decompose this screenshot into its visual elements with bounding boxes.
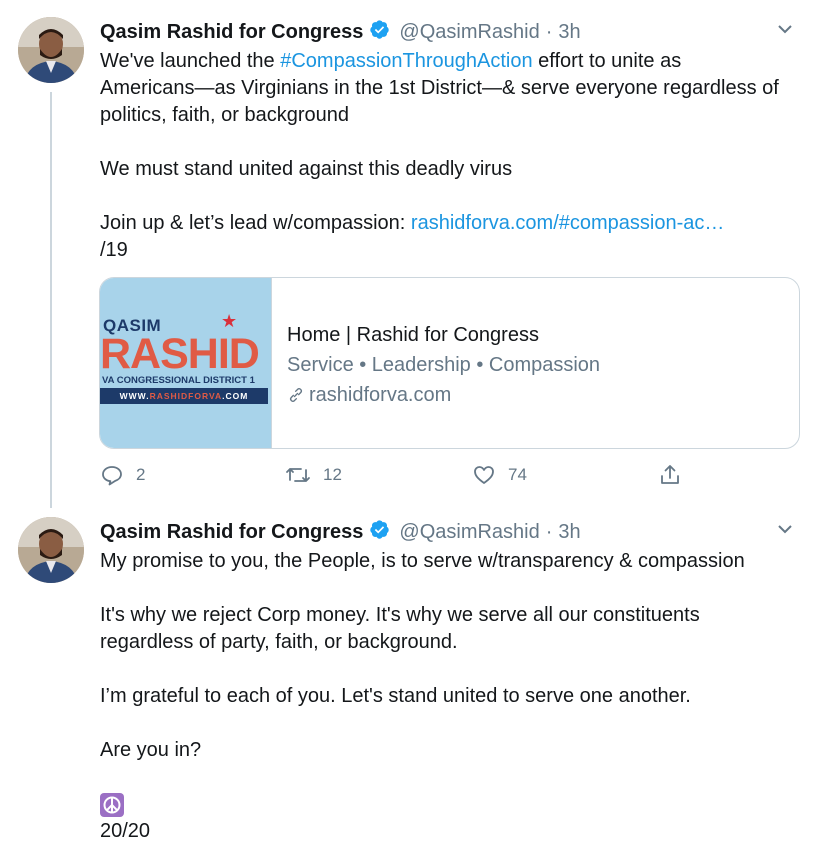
verified-badge-icon <box>369 519 390 546</box>
tweet-time[interactable]: 3h <box>558 21 580 44</box>
separator-dot: · <box>545 21 553 43</box>
avatar-photo <box>18 17 84 83</box>
tweet-text-line: Join up & let’s lead w/compassion: rashi… <box>100 212 725 234</box>
thread-connector-line <box>50 92 52 508</box>
card-domain-row: rashidforva.com <box>287 380 600 410</box>
tweet-text-line: I’m grateful to each of you. Let's stand… <box>100 685 691 707</box>
card-domain: rashidforva.com <box>309 384 452 406</box>
tweet-header: Qasim Rashid for Congress @QasimRashid ·… <box>100 519 581 546</box>
like-count: 74 <box>508 465 527 484</box>
reply-icon <box>100 463 124 487</box>
thread-count: /19 <box>100 239 128 261</box>
reply-button[interactable]: 2 <box>100 463 145 487</box>
logo-url-bar: WWW.RASHIDFORVA.COM <box>100 388 268 404</box>
tweet-text-line: It's why we reject Corp money. It's why … <box>100 604 700 626</box>
card-description: Service • Leadership • Compassion <box>287 354 601 376</box>
chevron-down-icon[interactable] <box>776 520 794 543</box>
share-button[interactable] <box>658 463 682 487</box>
reply-count: 2 <box>136 465 146 484</box>
link-preview-card[interactable]: QASIM ★ RASHID VA CONGRESSIONAL DISTRICT… <box>99 277 800 449</box>
url-link[interactable]: rashidforva.com/#compassion-ac… <box>411 212 724 234</box>
tweet-text-line: regardless of party, faith, or backgroun… <box>100 631 458 653</box>
peace-symbol-icon <box>100 793 124 817</box>
tweet-header: Qasim Rashid for Congress @QasimRashid ·… <box>100 19 581 46</box>
author-handle[interactable]: @QasimRashid <box>399 521 539 544</box>
retweet-button[interactable]: 12 <box>285 463 342 487</box>
verified-badge-icon <box>369 19 390 46</box>
author-handle[interactable]: @QasimRashid <box>399 21 539 44</box>
retweet-count: 12 <box>323 465 342 484</box>
tweet-text-line: We must stand united against this deadly… <box>100 158 513 180</box>
logo-last-name: RASHID <box>100 330 260 378</box>
retweet-icon <box>285 463 311 487</box>
card-text: Home | Rashid for Congress Service • Lea… <box>287 320 600 410</box>
avatar[interactable] <box>18 17 84 83</box>
card-image: QASIM ★ RASHID VA CONGRESSIONAL DISTRICT… <box>100 278 272 448</box>
author-name[interactable]: Qasim Rashid for Congress <box>100 21 363 44</box>
star-icon: ★ <box>221 311 238 331</box>
chevron-down-icon[interactable] <box>776 20 794 43</box>
link-icon <box>287 386 305 404</box>
tweet-text-line: My promise to you, the People, is to ser… <box>100 550 745 572</box>
separator-dot: · <box>545 521 553 543</box>
heart-icon <box>472 463 496 487</box>
logo-district: VA CONGRESSIONAL DISTRICT 1 <box>102 375 255 386</box>
thread-count: 20/20 <box>100 820 151 842</box>
share-icon <box>658 463 682 487</box>
tweet-actions: 2 12 74 <box>100 463 700 493</box>
card-title: Home | Rashid for Congress <box>287 324 539 346</box>
tweet-text-line: Americans—as Virginians in the 1st Distr… <box>100 77 779 99</box>
tweet-text-line: We've launched the #CompassionThroughAct… <box>100 50 682 72</box>
avatar[interactable] <box>18 517 84 583</box>
avatar-photo <box>18 517 84 583</box>
tweet-text-line: politics, faith, or background <box>100 104 350 126</box>
tweet-text-line: Are you in? <box>100 739 202 761</box>
like-button[interactable]: 74 <box>472 463 527 487</box>
tweet-time[interactable]: 3h <box>558 521 580 544</box>
author-name[interactable]: Qasim Rashid for Congress <box>100 521 363 544</box>
hashtag-link[interactable]: #CompassionThroughAction <box>280 50 532 72</box>
